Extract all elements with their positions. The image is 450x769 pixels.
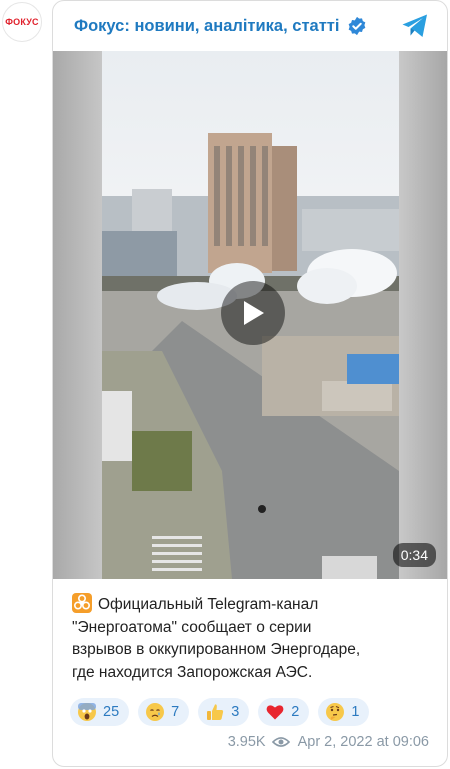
post-date[interactable]: Apr 2, 2022 at 09:06 [298,734,429,750]
post-line: Официальный Telegram-канал [98,596,319,613]
verified-badge-icon [349,16,366,36]
post-meta: 3.95K Apr 2, 2022 at 09:06 [228,734,429,750]
reaction-count: 7 [171,704,180,720]
post-header: Фокус: новини, аналітика, статті [53,1,447,51]
eye-icon [271,737,290,747]
video-player[interactable]: 0:34 [53,51,447,579]
reaction-screaming[interactable]: 25 [70,698,130,726]
reaction-thumbs-up[interactable]: 3 [198,698,250,726]
reaction-thinking[interactable]: 1 [318,698,370,726]
view-count: 3.95K [227,734,266,750]
reactions-bar: 25 7 3 2 1 [70,698,370,726]
video-blur-right [399,51,447,579]
play-button[interactable] [221,281,285,345]
biohazard-icon [72,593,92,613]
video-duration: 0:34 [392,543,436,567]
reaction-count: 3 [231,704,240,720]
play-icon [244,301,264,325]
reaction-count: 25 [103,704,120,720]
post-line: "Энергоатома" сообщает о серии [72,618,312,636]
channel-name[interactable]: Фокус: новини, аналітика, статті [74,17,339,36]
post-message: Официальный Telegram-канал "Энергоатома"… [72,593,442,684]
screaming-face-icon [78,703,96,721]
red-heart-icon [266,705,284,720]
reaction-heart[interactable]: 2 [258,698,310,726]
thinking-face-icon [326,703,345,721]
post-line: взрывов в оккупированном Энергодаре, [72,641,361,658]
avatar-logo-text: ФОКУС [5,17,39,27]
video-blur-left [53,51,102,579]
reaction-crying[interactable]: 7 [138,698,190,726]
post-card: Фокус: новини, аналітика, статті 0:34 Оф… [52,0,448,767]
thumbs-up-icon [207,704,224,720]
reaction-count: 1 [351,704,360,720]
post-line: где находится Запорожская АЭС. [72,663,313,681]
telegram-share-icon[interactable] [401,13,429,39]
reaction-count: 2 [291,704,300,720]
channel-avatar[interactable]: ФОКУС [2,2,42,42]
crying-face-icon [146,703,165,721]
